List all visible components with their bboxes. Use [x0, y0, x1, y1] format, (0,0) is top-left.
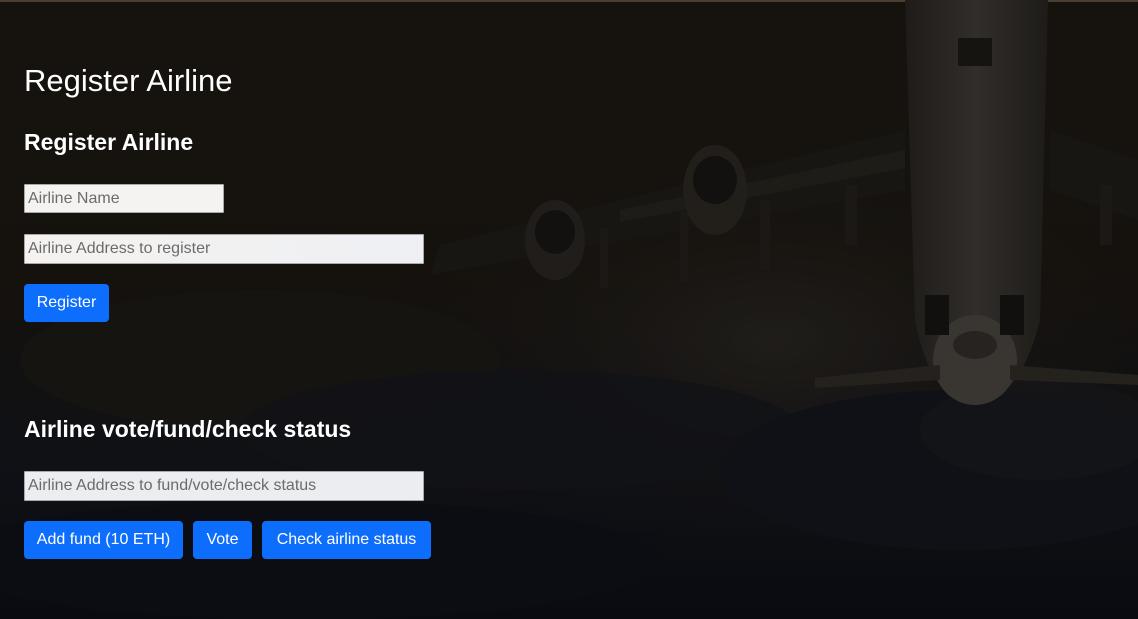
register-section-heading: Register Airline	[24, 129, 194, 155]
add-fund-button[interactable]: Add fund (10 ETH)	[24, 521, 183, 559]
airline-address-register-input[interactable]	[24, 234, 424, 264]
page-title: Register Airline	[24, 63, 233, 98]
check-status-button[interactable]: Check airline status	[262, 521, 431, 559]
register-button[interactable]: Register	[24, 284, 109, 322]
airline-address-status-input[interactable]	[24, 471, 424, 501]
main-content: Register Airline Register Airline Regist…	[0, 0, 1138, 619]
vote-button[interactable]: Vote	[193, 521, 252, 559]
airline-name-input[interactable]	[24, 184, 224, 213]
status-section-heading: Airline vote/fund/check status	[24, 416, 352, 442]
